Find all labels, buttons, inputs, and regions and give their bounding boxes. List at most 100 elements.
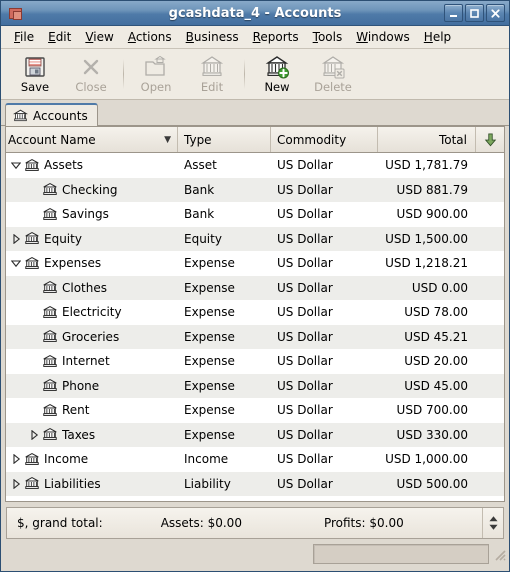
close-button[interactable] <box>486 4 505 22</box>
edit-account-icon <box>200 55 224 76</box>
menu-windows[interactable]: Windows <box>349 28 417 46</box>
expander-collapsed-icon <box>13 454 21 465</box>
open-folder-icon <box>145 55 166 76</box>
table-row[interactable]: Expenses Expense US Dollar USD 1,218.21 <box>6 251 504 276</box>
edit-button[interactable]: Edit <box>184 51 240 97</box>
menu-file[interactable]: File <box>7 28 41 46</box>
type-label: Liability <box>184 476 231 491</box>
table-row[interactable]: Internet Expense US Dollar USD 20.00 <box>6 349 504 374</box>
account-name-label: Equity <box>44 231 82 246</box>
commodity-label: US Dollar <box>277 427 333 442</box>
delete-button[interactable]: Delete <box>305 51 361 97</box>
table-row[interactable]: Electricity Expense US Dollar USD 78.00 <box>6 300 504 325</box>
account-bank-icon <box>25 232 39 245</box>
cell-account-name: Phone <box>6 378 178 393</box>
resize-grip-icon[interactable] <box>492 545 506 563</box>
cell-total: USD 900.00 <box>378 207 476 221</box>
table-row[interactable]: Savings Bank US Dollar USD 900.00 <box>6 202 504 227</box>
total-label: USD 1,781.79 <box>385 158 468 173</box>
menu-label-rest: eports <box>260 30 299 44</box>
menu-edit[interactable]: Edit <box>41 28 78 46</box>
save-button[interactable]: Save <box>7 51 63 97</box>
total-label: USD 500.00 <box>396 476 468 491</box>
table-row[interactable]: Liabilities Liability US Dollar USD 500.00 <box>6 471 504 496</box>
cell-commodity: US Dollar <box>271 477 378 491</box>
tab-accounts[interactable]: Accounts <box>5 103 98 126</box>
account-name-label: Taxes <box>62 427 96 442</box>
total-label: USD 1,218.21 <box>385 256 468 271</box>
commodity-label: US Dollar <box>277 280 333 295</box>
table-row[interactable]: Rent Expense US Dollar USD 700.00 <box>6 398 504 423</box>
row-expander[interactable] <box>8 258 24 268</box>
column-header-account-name[interactable]: Account Name ▼ <box>6 127 178 152</box>
table-row[interactable]: Income Income US Dollar USD 1,000.00 <box>6 447 504 472</box>
open-button-label: Open <box>140 79 172 94</box>
column-header-total[interactable]: Total <box>378 127 476 152</box>
cell-type: Expense <box>178 379 271 393</box>
type-label: Bank <box>184 207 215 222</box>
maximize-button[interactable] <box>465 4 484 22</box>
cell-total: USD 45.21 <box>378 330 476 344</box>
account-bank-icon <box>25 256 39 269</box>
table-row[interactable]: Assets Asset US Dollar USD 1,781.79 <box>6 153 504 178</box>
type-label: Expense <box>184 305 235 320</box>
account-bank-icon <box>25 158 39 171</box>
menu-label-rest: indows <box>367 30 410 44</box>
title-bar: gcashdata_4 - Accounts <box>1 1 509 26</box>
table-row[interactable]: Groceries Expense US Dollar USD 45.21 <box>6 324 504 349</box>
total-label: USD 45.21 <box>404 329 468 344</box>
menu-label-rest: iew <box>93 30 114 44</box>
commodity-label: US Dollar <box>277 256 333 271</box>
account-name-label: Expenses <box>44 256 102 271</box>
column-header-commodity[interactable]: Commodity <box>271 127 378 152</box>
toolbar-separator-1 <box>123 59 124 89</box>
menu-view[interactable]: View <box>78 28 120 46</box>
commodity-label: US Dollar <box>277 452 333 467</box>
cell-commodity: US Dollar <box>271 281 378 295</box>
window-title: gcashdata_4 - Accounts <box>168 5 342 21</box>
cell-total: USD 1,781.79 <box>378 158 476 172</box>
menu-actions[interactable]: Actions <box>121 28 179 46</box>
total-label: USD 330.00 <box>396 427 468 442</box>
close-x-icon <box>83 59 99 74</box>
spinner-up-arrow-icon <box>488 516 498 522</box>
table-row[interactable]: Checking Bank US Dollar USD 881.79 <box>6 177 504 202</box>
cell-type: Expense <box>178 281 271 295</box>
window-controls <box>444 4 509 22</box>
type-label: Bank <box>184 182 215 197</box>
column-header-type[interactable]: Type <box>178 127 271 152</box>
row-expander[interactable] <box>8 454 24 465</box>
column-header-type-label: Type <box>184 132 212 147</box>
row-expander[interactable] <box>8 160 24 170</box>
new-button-label: New <box>264 79 290 94</box>
account-name-label: Savings <box>62 207 109 222</box>
minimize-button[interactable] <box>444 4 463 22</box>
summary-profits: Profits: $0.00 <box>323 516 404 530</box>
new-button[interactable]: New <box>249 51 305 97</box>
type-label: Expense <box>184 403 235 418</box>
menu-help[interactable]: Help <box>417 28 458 46</box>
cell-type: Expense <box>178 403 271 417</box>
row-expander[interactable] <box>26 429 42 440</box>
total-label: USD 900.00 <box>396 207 468 222</box>
row-expander[interactable] <box>8 478 24 489</box>
table-row[interactable]: Taxes Expense US Dollar USD 330.00 <box>6 422 504 447</box>
close-button-toolbar[interactable]: Close <box>63 51 119 97</box>
cell-account-name: Assets <box>6 158 178 173</box>
column-options-button[interactable] <box>476 127 504 152</box>
menu-tools[interactable]: Tools <box>306 28 350 46</box>
type-label: Asset <box>184 158 217 173</box>
menu-business[interactable]: Business <box>179 28 246 46</box>
summary-spinner[interactable] <box>482 508 503 538</box>
account-bank-icon <box>43 379 57 392</box>
table-row[interactable]: Clothes Expense US Dollar USD 0.00 <box>6 275 504 300</box>
menu-reports[interactable]: Reports <box>246 28 306 46</box>
row-expander[interactable] <box>8 233 24 244</box>
table-row[interactable]: Equity Equity US Dollar USD 1,500.00 <box>6 226 504 251</box>
cell-commodity: US Dollar <box>271 158 378 172</box>
account-bank-icon <box>25 452 39 465</box>
open-button[interactable]: Open <box>128 51 184 97</box>
menu-label-rest: elp <box>432 30 452 44</box>
table-row[interactable]: Phone Expense US Dollar USD 45.00 <box>6 373 504 398</box>
toolbar: Save Close Open Edit New Delete <box>1 49 509 100</box>
